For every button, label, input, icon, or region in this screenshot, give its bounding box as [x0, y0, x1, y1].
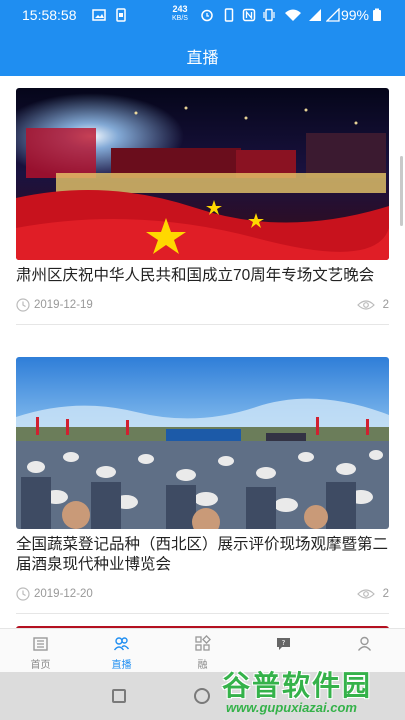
net-speed-unit: KB/S	[172, 15, 188, 22]
watermark-url: www.gupuxiazai.com	[226, 700, 357, 715]
alarm-icon	[201, 9, 213, 22]
nfc-icon	[242, 8, 256, 22]
people-icon	[113, 637, 130, 651]
grid-icon	[195, 635, 211, 651]
live-thumbnail[interactable]	[16, 357, 389, 529]
vibrate-icon	[263, 8, 275, 22]
tab-live[interactable]: 直播	[81, 629, 162, 673]
net-speed: 243 KB/S	[172, 5, 188, 23]
signal-icon-1	[309, 9, 321, 21]
crowd-image	[16, 357, 389, 529]
tab-label: 直播	[111, 660, 132, 671]
home-button[interactable]	[194, 688, 210, 704]
live-list[interactable]: 肃州区庆祝中华人民共和国成立70周年专场文艺晚会 2019-12-19 2 全国…	[0, 76, 405, 628]
building-icon	[33, 637, 48, 651]
concert-image	[16, 88, 389, 260]
message-icon: ?	[277, 638, 290, 650]
item-date: 2019-12-20	[34, 588, 93, 600]
divider	[16, 613, 389, 614]
svg-text:?: ?	[282, 639, 286, 647]
list-item[interactable]: 全国蔬菜登记品种（西北区）展示评价现场观摩暨第二届酒泉现代种业博览会 2019-…	[16, 357, 389, 614]
item-views: 2	[382, 588, 389, 600]
clock-icon	[16, 298, 30, 312]
net-speed-value: 243	[172, 4, 188, 14]
battery-icon	[373, 8, 381, 21]
item-meta: 2019-12-20 2	[16, 585, 389, 605]
scrollbar[interactable]	[400, 156, 403, 226]
item-date: 2019-12-19	[34, 299, 93, 311]
divider	[16, 324, 389, 325]
watermark-logo: 谷普软件园	[222, 669, 373, 702]
list-item[interactable]: 肃州区庆祝中华人民共和国成立70周年专场文艺晚会 2019-12-19 2	[16, 88, 389, 325]
signal-icon-2	[326, 8, 340, 22]
item-title[interactable]: 全国蔬菜登记品种（西北区）展示评价现场观摩暨第二届酒泉现代种业博览会	[16, 535, 389, 575]
eye-icon	[357, 300, 375, 310]
top-bar: 15:58:58 243 KB/S 99% 直播	[0, 0, 405, 76]
page-title: 直播	[186, 50, 219, 67]
status-bar: 15:58:58 243 KB/S 99%	[0, 0, 405, 32]
item-views: 2	[382, 299, 389, 311]
battery-percent: 99%	[340, 7, 369, 23]
item-meta: 2019-12-19 2	[16, 296, 389, 316]
tab-label: 首页	[30, 660, 51, 671]
phone-icon	[224, 8, 234, 22]
item-title[interactable]: 肃州区庆祝中华人民共和国成立70周年专场文艺晚会	[16, 266, 389, 286]
recents-button[interactable]	[112, 689, 126, 703]
sim-icon	[116, 8, 126, 22]
live-thumbnail[interactable]	[16, 88, 389, 260]
wifi-icon	[285, 9, 301, 21]
user-icon	[357, 636, 372, 651]
image-icon	[92, 9, 106, 21]
eye-icon	[357, 589, 375, 599]
tab-home[interactable]: 首页	[0, 629, 81, 673]
watermark: 谷普软件园 www.gupuxiazai.com	[222, 664, 405, 720]
clock-icon	[16, 587, 30, 601]
status-time: 15:58:58	[22, 7, 77, 23]
